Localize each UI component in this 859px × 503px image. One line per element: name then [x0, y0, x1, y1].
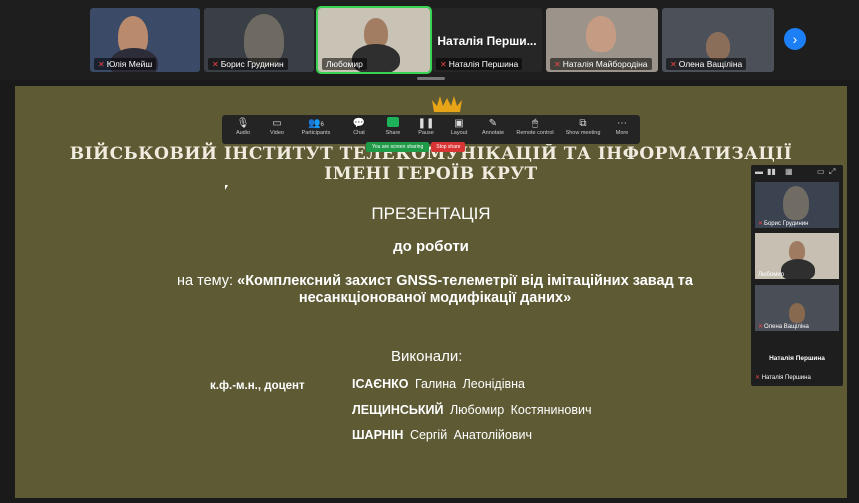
- participant-tile[interactable]: Наталія Перши... ✕ Наталія Першина: [432, 8, 542, 72]
- camera-icon: ▭: [272, 118, 282, 129]
- author-name: Галина Леонідівна: [414, 377, 525, 391]
- view-switch-icon[interactable]: ▮▮: [767, 167, 776, 176]
- expand-icon[interactable]: ⤢: [829, 167, 835, 177]
- audio-button[interactable]: 🎙 Audio: [224, 117, 262, 136]
- participant-name: ✕Борис Грудинин: [758, 221, 809, 227]
- presentation-heading: ПРЕЗЕНТАЦІЯ: [371, 204, 491, 223]
- participant-tile[interactable]: ✕ Борис Грудинин: [204, 8, 314, 72]
- participant-name: ✕Олена Ващіліна: [666, 58, 747, 70]
- participant-video: [783, 186, 809, 220]
- hide-panel-icon[interactable]: ▬: [755, 167, 763, 176]
- participant-name: ✕ Наталія Першина: [436, 58, 523, 70]
- minimize-icon[interactable]: ▭: [817, 167, 825, 176]
- remote-control-button[interactable]: 🖱 Remote control: [512, 117, 558, 136]
- self-view-name: Наталія Першина: [769, 355, 825, 362]
- meeting-toolbar: 🎙 Audio ▭ Video 👥6 Participants 💬 Chat Share…: [222, 115, 640, 144]
- participant-tile-active-speaker[interactable]: Любомир: [316, 6, 432, 74]
- floating-video-panel: ▬ ▮▮ ▦ ▭ ⤢ ✕Борис Грудинин Любомир ✕Олен…: [751, 165, 843, 386]
- author-name: Сергій Анатолійович: [409, 428, 532, 442]
- cursor-icon: [225, 185, 228, 190]
- participant-tile[interactable]: ✕ Олена Ващіліна: [662, 8, 774, 72]
- pencil-icon: ✎: [488, 118, 498, 129]
- participant-tile[interactable]: ✕ Наталія Майбородіна: [546, 8, 658, 72]
- mic-muted-icon: ✕: [212, 60, 219, 69]
- sharing-status: You are screen sharing: [366, 142, 430, 152]
- participants-button[interactable]: 👥6 Participants: [296, 117, 336, 136]
- participant-video: [789, 241, 805, 261]
- author-surname: ШАРНІН: [352, 428, 404, 442]
- institute-name-line2: ІМЕНІ ГЕРОЇВ КРУТ: [324, 164, 538, 184]
- participant-video: [789, 303, 805, 323]
- panel-participant-tile[interactable]: ✕Борис Грудинин: [755, 182, 839, 228]
- author-name: Любомир Костянинович: [449, 403, 592, 417]
- theme-text: на тему: «Комплексний захист GNSS-телеме…: [135, 273, 735, 307]
- more-button[interactable]: ⋯ More: [606, 117, 638, 136]
- more-icon: ⋯: [617, 118, 627, 129]
- participants-icon: 👥6: [308, 118, 324, 129]
- participant-name: ✕Борис Грудинин: [208, 58, 288, 70]
- resize-handle[interactable]: [417, 77, 445, 80]
- sharing-status-bar: You are screen sharing Stop share: [366, 142, 466, 152]
- microphone-icon: 🎙: [236, 118, 250, 129]
- participant-tile[interactable]: ✕ Юлія Мейш: [90, 8, 200, 72]
- panel-participant-tile[interactable]: Любомир: [755, 233, 839, 279]
- participant-name: ✕ Наталія Майбородіна: [550, 58, 652, 70]
- self-view-label: ✕ Наталія Першина: [755, 375, 811, 381]
- zoom-window: ✕ Юлія Мейш ✕ Борис Грудинин Любомир Натал…: [0, 0, 859, 503]
- mic-muted-icon: ✕: [758, 324, 764, 330]
- mic-muted-icon: ✕: [758, 221, 764, 227]
- author-line: ІСАЄНКО Галина Леонідівна: [352, 377, 525, 391]
- participant-video: [781, 259, 815, 279]
- participant-name: Любомир: [322, 58, 367, 70]
- chevron-right-icon[interactable]: ›: [784, 28, 806, 50]
- grid-view-icon[interactable]: ▦: [785, 167, 793, 176]
- performed-by-label: Виконали:: [391, 348, 463, 365]
- show-meeting-button[interactable]: ⧉ Show meeting: [562, 117, 604, 136]
- theme-lead: на тему:: [177, 273, 238, 289]
- author-surname: ІСАЄНКО: [352, 377, 409, 391]
- mic-muted-icon: ✕: [98, 60, 105, 69]
- share-icon: [387, 117, 399, 127]
- participant-video: [706, 32, 730, 60]
- panel-controls: ▬ ▮▮ ▦ ▭ ⤢: [751, 165, 843, 179]
- trident-emblem-icon: [432, 96, 462, 112]
- layout-button[interactable]: ▣ Layout: [440, 117, 478, 136]
- layout-icon: ▣: [454, 118, 464, 129]
- mic-muted-icon: ✕: [670, 60, 677, 69]
- author-line: ЛЕЩИНСЬКИЙ Любомир Костянинович: [352, 403, 592, 417]
- participant-name: ✕ Юлія Мейш: [94, 58, 157, 70]
- chat-button[interactable]: 💬 Chat: [340, 117, 378, 136]
- window-icon: ⧉: [579, 118, 587, 129]
- to-work-text: до роботи: [393, 238, 469, 255]
- annotate-button[interactable]: ✎ Annotate: [474, 117, 512, 136]
- panel-participant-tile[interactable]: ✕Олена Ващіліна: [755, 285, 839, 331]
- video-button[interactable]: ▭ Video: [258, 117, 296, 136]
- participant-name: ✕Олена Ващіліна: [758, 324, 809, 330]
- chat-icon: 💬: [352, 118, 366, 129]
- participant-gallery: ✕ Юлія Мейш ✕ Борис Грудинин Любомир Натал…: [0, 0, 859, 80]
- stop-share-button[interactable]: Stop share: [431, 142, 466, 152]
- mic-muted-icon: ✕: [554, 60, 561, 69]
- mic-muted-icon: ✕: [440, 60, 447, 69]
- participant-name: Любомир: [758, 272, 785, 278]
- author-rank: к.ф.-м.н., доцент: [210, 380, 305, 392]
- participant-video: [586, 16, 616, 52]
- participant-big-name: Наталія Перши...: [437, 34, 537, 48]
- theme-title: «Комплексний захист GNSS-телеметрії від …: [237, 273, 693, 306]
- author-surname: ЛЕЩИНСЬКИЙ: [352, 403, 444, 417]
- mouse-icon: 🖱: [532, 118, 538, 129]
- author-line: ШАРНІН Сергій Анатолійович: [352, 428, 532, 442]
- mic-muted-icon: ✕: [755, 375, 761, 381]
